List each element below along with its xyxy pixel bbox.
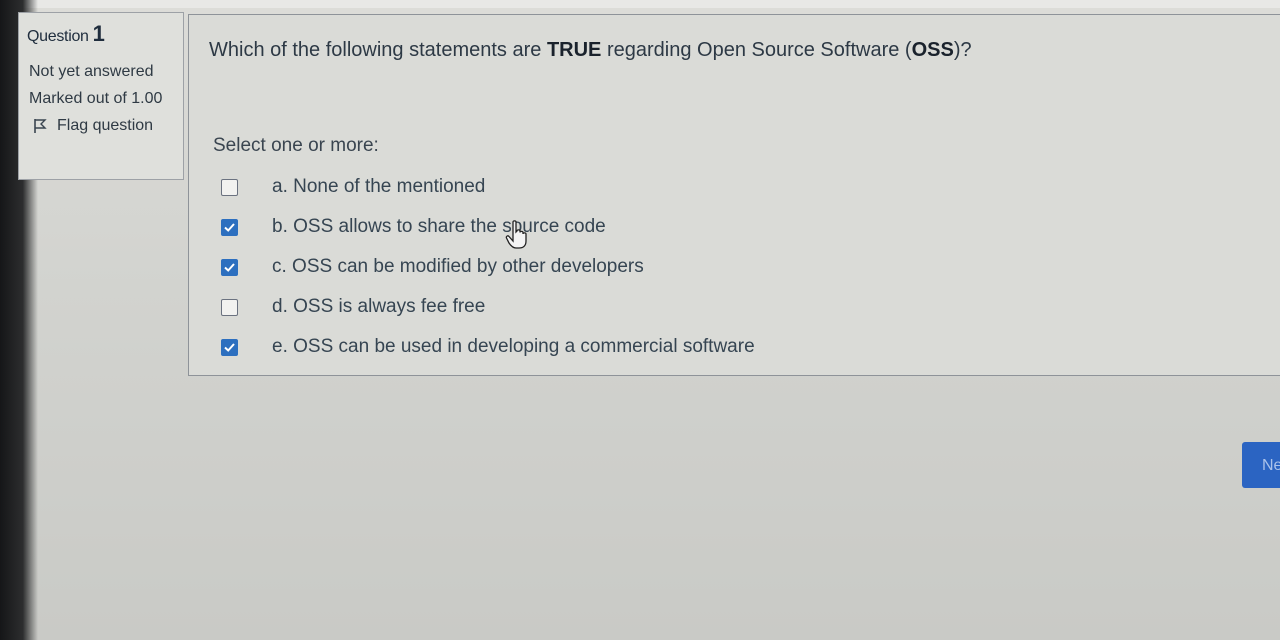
question-heading: Question 1 xyxy=(27,21,177,47)
question-text-part2: regarding Open Source Software ( xyxy=(601,39,912,61)
top-strip xyxy=(0,0,1280,8)
question-text-part3: )? xyxy=(953,39,972,61)
question-text-part1: Which of the following statements are xyxy=(209,39,547,61)
question-text-emphasis-oss: OSS xyxy=(911,39,954,61)
flag-question-label: Flag question xyxy=(57,117,154,134)
answer-option-label: b. OSS allows to share the source code xyxy=(272,216,606,237)
next-page-button[interactable]: Ne xyxy=(1242,442,1280,488)
answer-option-e[interactable]: e. OSS can be used in developing a comme… xyxy=(221,327,755,367)
answer-option-d[interactable]: d. OSS is always fee free xyxy=(221,287,755,327)
question-number: 1 xyxy=(92,21,105,46)
answer-options: a. None of the mentioned b. OSS allows to… xyxy=(221,167,755,367)
answer-option-a[interactable]: a. None of the mentioned xyxy=(221,167,755,207)
answer-option-c[interactable]: c. OSS can be modified by other develope… xyxy=(221,247,755,287)
question-info-panel: Question 1 Not yet answered Marked out of… xyxy=(18,12,184,180)
question-content-panel: Which of the following statements are TR… xyxy=(188,14,1280,376)
flag-question-link[interactable]: Flag question xyxy=(33,117,177,135)
checkmark-icon xyxy=(224,262,235,272)
answer-option-label: a. None of the mentioned xyxy=(272,176,486,197)
question-state: Not yet answered xyxy=(29,63,154,80)
answer-option-label: e. OSS can be used in developing a comme… xyxy=(272,336,755,357)
question-heading-label: Question xyxy=(27,28,89,45)
question-text: Which of the following statements are TR… xyxy=(209,39,972,62)
hand-pointer-icon xyxy=(505,220,527,249)
question-text-emphasis: TRUE xyxy=(546,39,602,61)
answer-option-b[interactable]: b. OSS allows to share the source code xyxy=(221,207,755,247)
answer-option-label: d. OSS is always fee free xyxy=(272,296,486,317)
answer-checkbox-e[interactable] xyxy=(221,338,238,356)
question-grade: Marked out of 1.00 xyxy=(29,90,163,107)
checkmark-icon xyxy=(224,222,235,232)
flag-icon xyxy=(34,119,47,133)
answer-option-label: c. OSS can be modified by other develope… xyxy=(272,256,644,277)
answer-checkbox-d[interactable] xyxy=(221,298,238,316)
answer-prompt: Select one or more: xyxy=(213,135,379,156)
checkmark-icon xyxy=(224,342,235,352)
answer-checkbox-a[interactable] xyxy=(221,178,238,196)
answer-checkbox-b[interactable] xyxy=(221,218,238,236)
answer-checkbox-c[interactable] xyxy=(221,258,238,276)
